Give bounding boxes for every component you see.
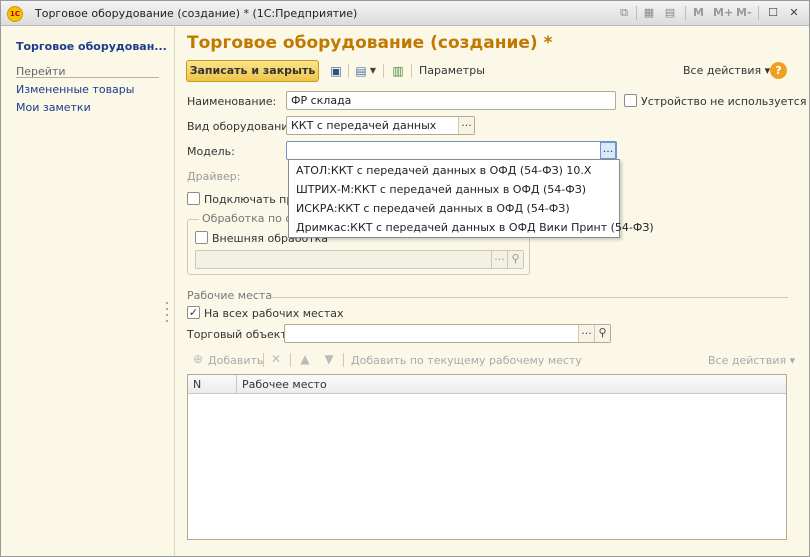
- external-processing-pick-button[interactable]: ...: [491, 251, 507, 268]
- form-area: Торговое оборудование (создание) * Запис…: [176, 27, 809, 556]
- connect-checkbox[interactable]: [187, 192, 200, 205]
- navigation-panel: Торговое оборудован... Перейти Измененны…: [1, 27, 175, 556]
- command-divider: [411, 64, 412, 78]
- all-workplaces-label: На всех рабочих местах: [204, 307, 344, 320]
- form-title: Торговое оборудование (создание) *: [187, 33, 553, 53]
- window: 1С Торговое оборудование (создание) * (1…: [0, 0, 810, 557]
- document-actions-icon[interactable]: ▤: [353, 63, 369, 79]
- trade-object-pick-button[interactable]: ...: [578, 325, 594, 342]
- name-label: Наименование:: [187, 95, 277, 108]
- dropdown-item[interactable]: АТОЛ:ККТ с передачей данных в ОФД (54-ФЗ…: [296, 164, 591, 177]
- memory-minus-button[interactable]: M-: [736, 6, 752, 19]
- window-title: Торговое оборудование (создание) * (1С:П…: [35, 7, 358, 20]
- command-bar: Записать и закрыть ▣ ▤ ▼ ▥ Параметры Все…: [176, 59, 809, 83]
- model-dropdown-list: АТОЛ:ККТ с передачей данных в ОФД (54-ФЗ…: [288, 159, 654, 238]
- driver-label: Драйвер:: [187, 170, 241, 183]
- move-up-icon[interactable]: ▲: [297, 352, 313, 366]
- delete-icon[interactable]: ✕: [268, 352, 284, 366]
- name-input[interactable]: ФР склада: [286, 91, 616, 110]
- toolbar-divider: [263, 353, 264, 367]
- workplaces-table[interactable]: N Рабочее место: [187, 374, 787, 540]
- dropdown-item[interactable]: ШТРИХ-М:ККТ с передачей данных в ОФД (54…: [296, 183, 586, 196]
- calendar-icon[interactable]: ▤: [663, 6, 677, 20]
- calculator-icon[interactable]: ▦: [642, 6, 656, 20]
- column-header-workplace[interactable]: Рабочее место: [242, 378, 327, 391]
- search-icon[interactable]: ⚲: [594, 325, 610, 342]
- device-unused-checkbox[interactable]: [624, 94, 637, 107]
- splitter-handle[interactable]: [166, 302, 170, 330]
- all-actions-menu[interactable]: Все действия ▾: [683, 64, 770, 77]
- model-pick-button[interactable]: ...: [600, 142, 616, 159]
- parameters-button[interactable]: Параметры: [419, 64, 485, 77]
- connect-label: Подключать при: [204, 193, 301, 206]
- trade-object-input[interactable]: [284, 324, 611, 343]
- search-icon[interactable]: ⚲: [507, 251, 523, 268]
- workplaces-section-label: Рабочие места: [187, 289, 273, 302]
- goto-divider: [16, 77, 159, 78]
- maximize-icon[interactable]: ☐: [766, 6, 780, 20]
- add-current-workplace-button[interactable]: Добавить по текущему рабочему месту: [351, 354, 582, 367]
- dropdown-item[interactable]: ИСКРА:ККТ с передачей данных в ОФД (54-Ф…: [296, 202, 570, 215]
- link-icon[interactable]: ⧉: [617, 6, 631, 20]
- move-down-icon[interactable]: ▼: [321, 352, 337, 366]
- column-header-n[interactable]: N: [193, 378, 201, 391]
- model-input[interactable]: [286, 141, 617, 160]
- title-bar: 1С Торговое оборудование (создание) * (1…: [1, 1, 809, 26]
- toolbar-divider: [290, 353, 291, 367]
- table-all-actions-menu[interactable]: Все действия ▾: [708, 354, 795, 367]
- toolbar-divider: [343, 353, 344, 367]
- app-logo: 1С: [7, 6, 23, 22]
- save-icon[interactable]: ▣: [328, 63, 344, 79]
- device-unused-label: Устройство не используется: [641, 95, 807, 108]
- trade-object-label: Торговый объект:: [187, 328, 291, 341]
- processing-group-legend: Обработка по об: [199, 212, 302, 225]
- memory-plus-button[interactable]: M+: [713, 6, 733, 19]
- workplaces-section-divider: [270, 297, 788, 298]
- titlebar-divider: [636, 6, 637, 20]
- equipment-type-label: Вид оборудования:: [187, 120, 299, 133]
- dropdown-item[interactable]: Дримкас:ККТ с передачей данных в ОФД Вик…: [296, 221, 654, 234]
- nav-panel-title[interactable]: Торговое оборудован...: [16, 40, 167, 53]
- external-processing-input[interactable]: [195, 250, 524, 269]
- memory-button[interactable]: M: [693, 6, 704, 19]
- command-divider: [383, 64, 384, 78]
- nav-link-my-notes[interactable]: Мои заметки: [16, 101, 91, 114]
- clipboard-check-icon[interactable]: ▥: [390, 63, 406, 79]
- all-workplaces-checkbox[interactable]: ✓: [187, 306, 200, 319]
- equipment-type-input[interactable]: ККТ с передачей данных: [286, 116, 475, 135]
- titlebar-divider: [685, 6, 686, 20]
- table-header: N Рабочее место: [188, 375, 786, 394]
- external-processing-checkbox[interactable]: [195, 231, 208, 244]
- save-and-close-button[interactable]: Записать и закрыть: [186, 60, 319, 82]
- equipment-type-pick-button[interactable]: ...: [458, 117, 474, 134]
- add-row-button[interactable]: Добавить: [208, 354, 263, 367]
- close-icon[interactable]: ✕: [787, 6, 801, 20]
- help-icon[interactable]: ?: [770, 62, 787, 79]
- titlebar-divider: [758, 6, 759, 20]
- command-divider: [348, 64, 349, 78]
- chevron-down-icon[interactable]: ▼: [369, 63, 377, 79]
- nav-link-changed-goods[interactable]: Измененные товары: [16, 83, 134, 96]
- column-divider[interactable]: [236, 375, 237, 394]
- model-label: Модель:: [187, 145, 235, 158]
- add-row-icon[interactable]: ⊕: [190, 352, 206, 366]
